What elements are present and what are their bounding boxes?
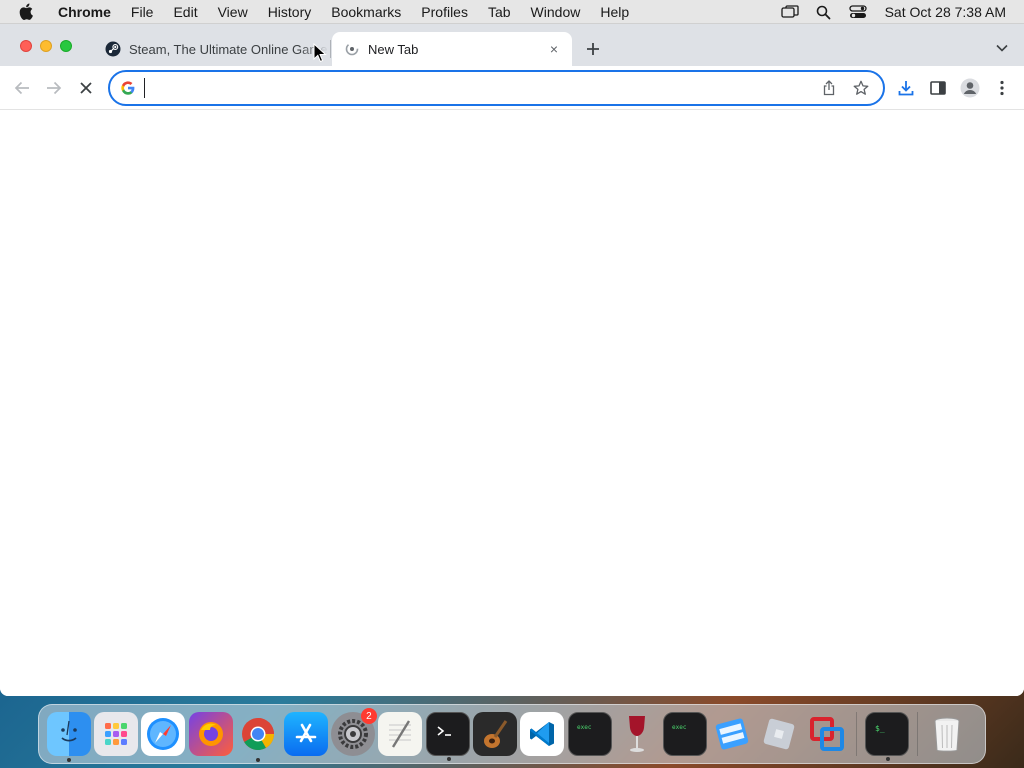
apple-icon[interactable] [16,2,36,22]
menu-bookmarks[interactable]: Bookmarks [321,4,411,20]
running-indicator [256,758,261,762]
dock-exec-icon[interactable]: exec [567,712,612,756]
page-content [0,110,1024,696]
profile-avatar-icon[interactable] [958,76,982,100]
tab-search-chevron-icon[interactable] [992,38,1012,58]
dock-finder-icon[interactable] [46,712,91,762]
google-icon [120,80,136,96]
menu-window[interactable]: Window [521,4,591,20]
running-indicator [886,757,891,761]
dock-exec-icon[interactable]: exec [662,712,707,756]
notification-badge: 2 [360,708,377,724]
spotlight-search-icon[interactable] [814,2,834,22]
dock-terminal-icon[interactable]: $_ [865,712,910,761]
steam-icon [105,41,121,57]
side-panel-icon[interactable] [926,76,950,100]
tab-close-icon[interactable]: × [546,41,562,57]
tab-new-tab[interactable]: New Tab × [332,32,572,66]
menu-clock[interactable]: Sat Oct 28 7:38 AM [885,4,1006,20]
zoom-window-button[interactable] [60,40,72,52]
dock-separator [916,712,918,756]
menu-profiles[interactable]: Profiles [411,4,478,20]
address-bar[interactable] [108,70,885,106]
stop-loading-button[interactable] [74,76,98,100]
tab-strip: Steam, The Ultimate Online Game Platform… [0,24,1024,66]
menu-chrome[interactable]: Chrome [50,4,121,20]
minimize-window-button[interactable] [40,40,52,52]
tab-title: New Tab [368,41,419,57]
back-button[interactable] [10,76,34,100]
menu-history[interactable]: History [258,4,322,20]
dock-chrome-icon[interactable] [236,712,280,762]
menu-edit[interactable]: Edit [163,4,207,20]
close-window-button[interactable] [20,40,32,52]
dock-app-store-icon[interactable] [283,712,328,756]
dock-system-settings-icon[interactable]: 2 [330,708,377,756]
more-menu-icon[interactable] [990,76,1014,100]
tab-separator [330,40,331,58]
menu-file[interactable]: File [121,4,164,20]
dock-firefox-icon[interactable] [188,712,233,756]
menu-help[interactable]: Help [590,4,639,20]
svg-text:exec: exec [577,724,592,731]
dock-separator [856,712,858,756]
dock-textedit-icon[interactable] [378,712,423,756]
dock: 2 exec exec $_ [38,704,986,764]
dock-vscode-icon[interactable] [520,712,565,756]
download-icon[interactable] [894,76,918,100]
dock-roblox-icon[interactable] [710,712,754,756]
tab-steam[interactable]: Steam, The Ultimate Online Game Platform [93,32,329,66]
dock-wine-icon[interactable] [615,712,659,756]
running-indicator [446,757,451,761]
svg-text:$_: $_ [875,724,885,733]
window-controls [20,40,72,52]
forward-button[interactable] [42,76,66,100]
new-tab-button[interactable] [582,38,604,60]
share-icon[interactable] [819,78,839,98]
menu-tab[interactable]: Tab [478,4,521,20]
running-indicator [66,758,71,762]
browser-toolbar [0,66,1024,110]
chrome-loading-icon [344,41,360,57]
dock-safari-icon[interactable] [141,712,186,756]
tab-title: Steam, The Ultimate Online Game Platform [129,41,329,57]
dock-terminal-icon[interactable] [425,712,470,761]
omnibox-input[interactable] [144,78,819,98]
svg-text:exec: exec [672,724,687,731]
bookmark-star-icon[interactable] [851,78,871,98]
screen-mirroring-icon[interactable] [780,2,800,22]
dock-roblox-studio-icon[interactable] [757,712,801,756]
dock-parallels-icon[interactable] [805,712,849,756]
dock-garageband-icon[interactable] [473,712,518,756]
dock-trash-icon[interactable] [925,712,969,756]
control-center-icon[interactable] [848,2,868,22]
mouse-cursor-icon [313,42,327,63]
menu-bar: Chrome File Edit View History Bookmarks … [0,0,1024,24]
dock-launchpad-icon[interactable] [94,712,139,756]
browser-window: Steam, The Ultimate Online Game Platform… [0,24,1024,696]
menu-view[interactable]: View [208,4,258,20]
